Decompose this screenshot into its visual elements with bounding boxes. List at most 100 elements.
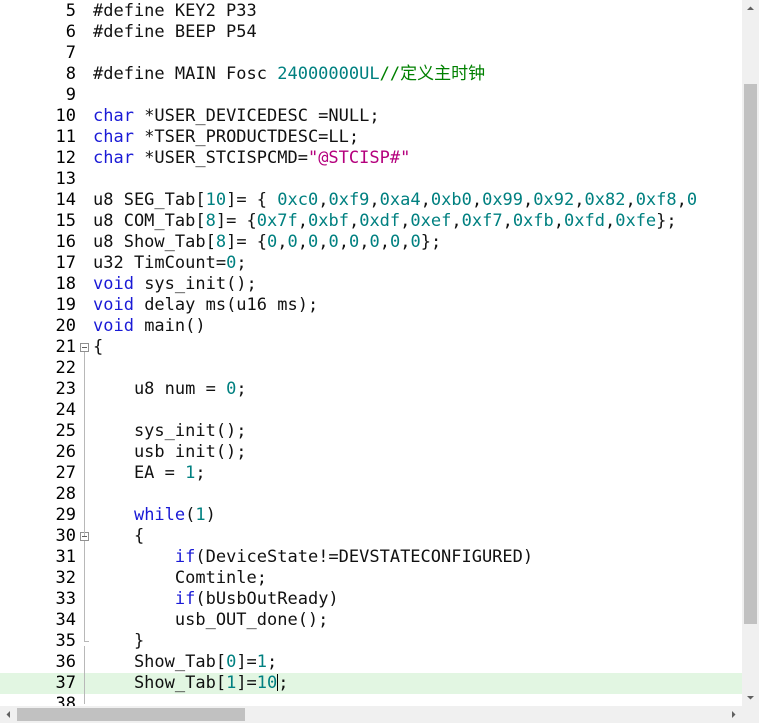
code-line[interactable]: 38 xyxy=(0,694,742,706)
code-text[interactable]: u32 TimCount=0; xyxy=(93,253,247,274)
code-text[interactable]: u8 COM_Tab[8]= {0x7f,0xbf,0xdf,0xef,0xf7… xyxy=(93,211,677,232)
code-text[interactable]: { xyxy=(93,526,144,547)
code-token: , xyxy=(359,232,370,252)
code-line[interactable]: 33 if(bUsbOutReady) xyxy=(0,589,742,610)
line-number: 5 xyxy=(65,1,76,21)
code-line[interactable]: 26 usb init(); xyxy=(0,442,742,463)
code-text[interactable]: { xyxy=(93,337,103,358)
triangle-down-icon[interactable] xyxy=(742,689,759,706)
code-line[interactable]: 6 #define BEEP P54 xyxy=(0,22,742,43)
code-text[interactable]: #define MAIN Fosc 24000000UL//定义主时钟 xyxy=(93,64,485,85)
code-line[interactable]: 23 u8 num = 0; xyxy=(0,379,742,400)
code-line[interactable]: 5 #define KEY2 P33 xyxy=(0,1,742,22)
code-line[interactable]: 9 xyxy=(0,85,742,106)
code-text[interactable]: char *TSER_PRODUCTDESC=LL; xyxy=(93,127,359,148)
vertical-scroll-thumb[interactable] xyxy=(744,84,757,624)
code-line[interactable]: 18 void sys_init(); xyxy=(0,274,742,295)
code-text[interactable]: #define KEY2 P33 xyxy=(93,1,257,22)
code-line[interactable]: 8 #define MAIN Fosc 24000000UL//定义主时钟 xyxy=(0,64,742,85)
code-token: *TSER_PRODUCTDESC=LL; xyxy=(133,127,360,147)
code-token: , xyxy=(451,211,462,231)
code-token: 0 xyxy=(349,232,360,252)
code-text[interactable]: char *USER_DEVICEDESC =NULL; xyxy=(93,106,380,127)
code-line[interactable]: 36 Show_Tab[0]=1; xyxy=(0,652,742,673)
vertical-scrollbar[interactable] xyxy=(742,0,759,706)
code-line[interactable]: 12 char *USER_STCISPCMD="@STCISP#" xyxy=(0,148,742,169)
code-editor[interactable]: 5 #define KEY2 P33 6 #define BEEP P54 7 8 #def… xyxy=(0,0,742,706)
code-text[interactable]: u8 Show_Tab[8]= {0,0,0,0,0,0,0,0}; xyxy=(93,232,441,253)
code-token: 10 xyxy=(205,190,227,210)
code-text[interactable]: if(DeviceState!=DEVSTATECONFIGURED) xyxy=(93,547,533,568)
fold-guide-end xyxy=(84,641,89,642)
code-text[interactable]: usb init(); xyxy=(93,442,247,463)
code-token: , xyxy=(297,232,309,252)
code-text[interactable]: usb_OUT_done(); xyxy=(93,610,329,631)
code-line[interactable]: 37 Show_Tab[1]=10; xyxy=(0,673,742,694)
code-text[interactable]: char *USER_STCISPCMD="@STCISP#" xyxy=(93,148,410,169)
code-token: char xyxy=(93,127,134,147)
code-text[interactable]: EA = 1; xyxy=(93,463,206,484)
line-number: 34 xyxy=(55,610,76,630)
code-token: #define KEY2 P33 xyxy=(93,1,257,21)
code-token: 0xa4 xyxy=(379,190,421,210)
code-line[interactable]: 16 u8 Show_Tab[8]= {0,0,0,0,0,0,0,0}; xyxy=(0,232,742,253)
code-token: ]= { xyxy=(226,190,278,210)
code-line[interactable]: 15 u8 COM_Tab[8]= {0x7f,0xbf,0xdf,0xef,0x… xyxy=(0,211,742,232)
code-line[interactable]: 24 xyxy=(0,400,742,421)
code-line[interactable]: 31 if(DeviceState!=DEVSTATECONFIGURED) xyxy=(0,547,742,568)
code-token: u8 Show_Tab[ xyxy=(93,232,216,252)
horizontal-scroll-thumb[interactable] xyxy=(17,708,245,721)
line-number: 10 xyxy=(55,106,76,126)
code-token: ; xyxy=(267,652,278,672)
code-line[interactable]: 7 xyxy=(0,43,742,64)
code-line[interactable]: 27 EA = 1; xyxy=(0,463,742,484)
code-line[interactable]: 22 xyxy=(0,358,742,379)
code-line[interactable]: 25 sys_init(); xyxy=(0,421,742,442)
code-token: void xyxy=(93,295,134,315)
code-token: 0 xyxy=(226,379,237,399)
fold-toggle-icon[interactable] xyxy=(80,343,89,352)
horizontal-scrollbar[interactable] xyxy=(0,706,742,723)
code-line[interactable]: 11 char *TSER_PRODUCTDESC=LL; xyxy=(0,127,742,148)
triangle-up-icon[interactable] xyxy=(742,0,759,17)
code-line[interactable]: 30 { xyxy=(0,526,742,547)
triangle-left-icon[interactable] xyxy=(0,706,17,723)
code-text[interactable]: void delay ms(u16 ms); xyxy=(93,295,318,316)
code-line[interactable]: 13 xyxy=(0,169,742,190)
code-token: u8 SEG_Tab[ xyxy=(93,190,206,210)
code-line[interactable]: 20 void main() xyxy=(0,316,742,337)
code-line[interactable]: 35 } xyxy=(0,631,742,652)
line-number: 8 xyxy=(65,64,76,84)
code-token: ( xyxy=(185,505,196,525)
triangle-right-icon[interactable] xyxy=(725,706,742,723)
code-token: void xyxy=(93,274,134,294)
line-number: 36 xyxy=(55,652,76,672)
code-token: Comtinle; xyxy=(93,568,267,588)
code-line[interactable]: 28 xyxy=(0,484,742,505)
code-text[interactable]: u8 SEG_Tab[10]= { 0xc0,0xf9,0xa4,0xb0,0x… xyxy=(93,190,697,211)
code-line[interactable]: 17 u32 TimCount=0; xyxy=(0,253,742,274)
code-text[interactable]: Comtinle; xyxy=(93,568,267,589)
code-text[interactable]: #define BEEP P54 xyxy=(93,22,257,43)
code-line[interactable]: 21 { xyxy=(0,337,742,358)
code-line[interactable]: 29 while(1) xyxy=(0,505,742,526)
line-number: 6 xyxy=(65,22,76,42)
code-text[interactable]: } xyxy=(93,631,144,652)
line-number: 19 xyxy=(55,295,76,315)
code-text[interactable]: void main() xyxy=(93,316,206,337)
code-text[interactable]: Show_Tab[1]=10; xyxy=(93,673,289,694)
code-line[interactable]: 19 void delay ms(u16 ms); xyxy=(0,295,742,316)
line-number: 32 xyxy=(55,568,76,588)
code-text[interactable]: u8 num = 0; xyxy=(93,379,247,400)
code-line[interactable]: 10 char *USER_DEVICEDESC =NULL; xyxy=(0,106,742,127)
code-token: , xyxy=(420,190,431,210)
code-line[interactable]: 34 usb_OUT_done(); xyxy=(0,610,742,631)
code-line[interactable]: 14 u8 SEG_Tab[10]= { 0xc0,0xf9,0xa4,0xb0,… xyxy=(0,190,742,211)
code-text[interactable]: void sys_init(); xyxy=(93,274,257,295)
code-text[interactable]: while(1) xyxy=(93,505,216,526)
code-text[interactable]: Show_Tab[0]=1; xyxy=(93,652,277,673)
code-text[interactable]: sys_init(); xyxy=(93,421,247,442)
code-text[interactable]: if(bUsbOutReady) xyxy=(93,589,339,610)
code-line[interactable]: 32 Comtinle; xyxy=(0,568,742,589)
